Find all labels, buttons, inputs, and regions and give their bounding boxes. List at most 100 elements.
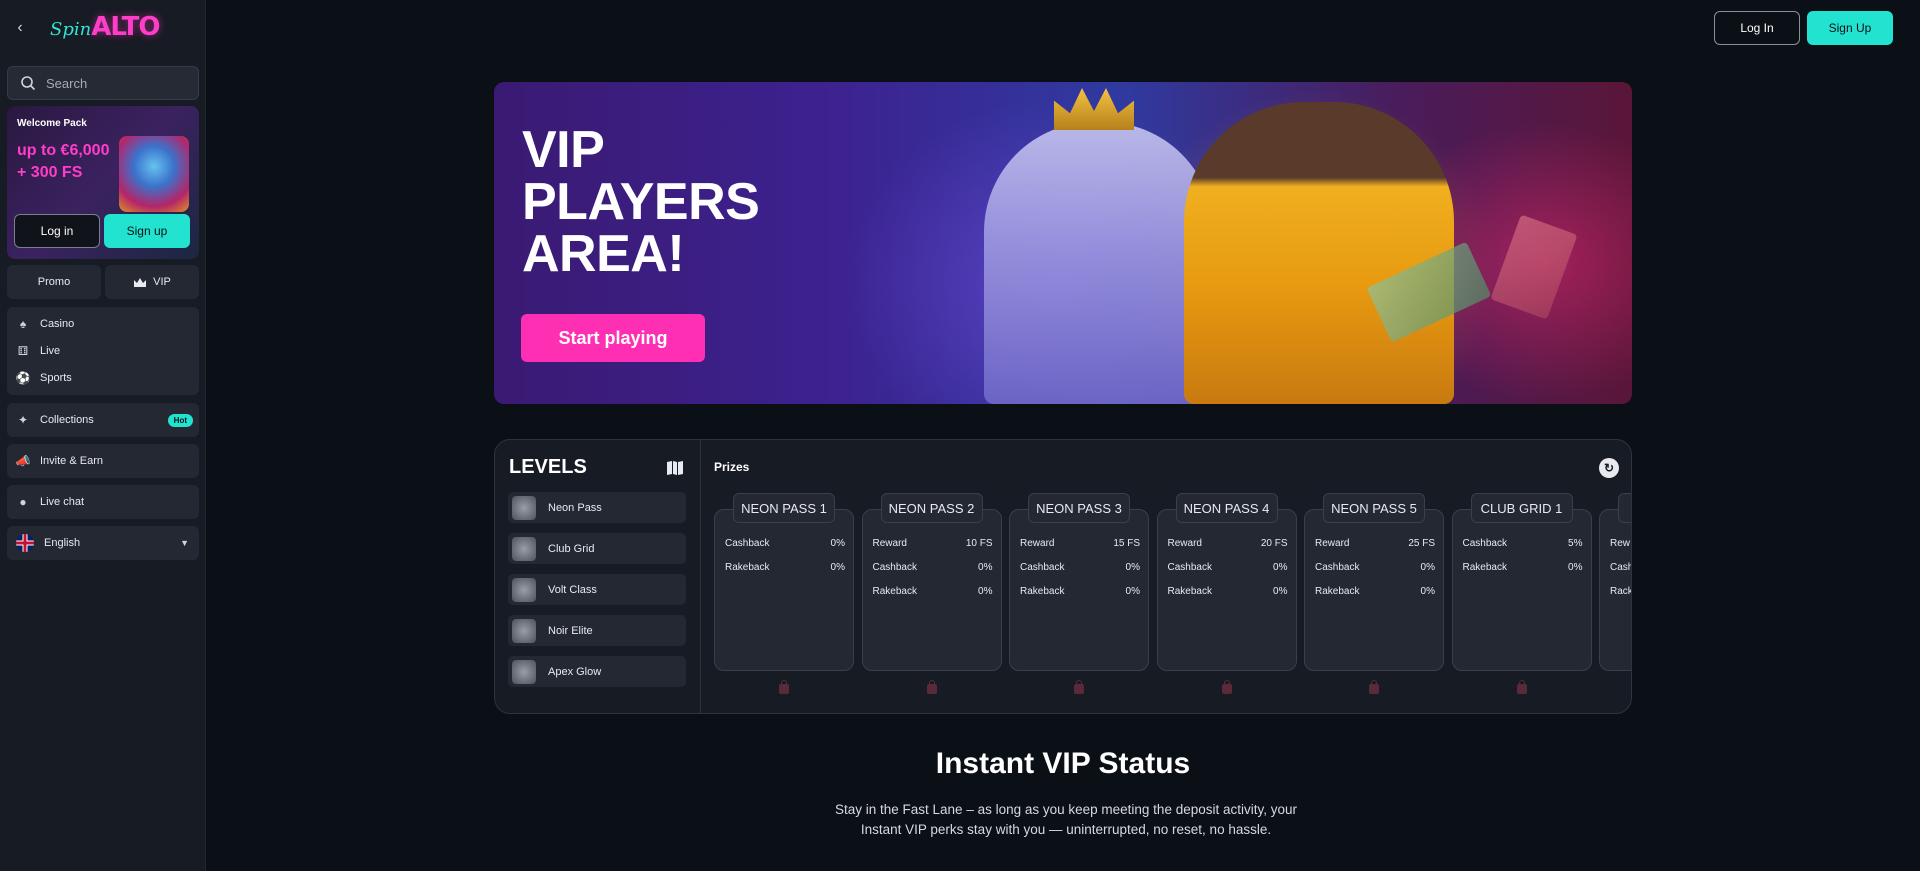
refresh-icon[interactable]: ↻: [1599, 458, 1619, 478]
prize-card: Reward 25 FS Cashback 0% Rakeback 0%: [1304, 509, 1444, 671]
sidebar-item-sports[interactable]: ⚽ Sports: [7, 364, 199, 391]
start-playing-button[interactable]: Start playing: [521, 314, 705, 362]
prize-row-value: 0%: [1420, 586, 1435, 597]
level-item[interactable]: Neon Pass: [508, 492, 686, 523]
prize-row-label: Rew: [1610, 538, 1631, 549]
prizes-title: Prizes: [714, 460, 750, 474]
lock-icon: [1221, 680, 1232, 694]
search-input[interactable]: [46, 75, 186, 91]
level-label: Volt Class: [548, 583, 597, 596]
welcome-signup-button[interactable]: Sign up: [104, 214, 190, 248]
welcome-amount-line2: + 300 FS: [17, 164, 83, 181]
nav-group-chat: ● Live chat: [7, 485, 199, 519]
crown-icon: [134, 277, 147, 287]
sidebar-item-casino[interactable]: ♠ Casino: [7, 310, 199, 337]
level-thumb: [512, 495, 536, 520]
search-box[interactable]: [7, 66, 199, 100]
level-thumb: [512, 618, 536, 643]
map-icon[interactable]: [666, 460, 684, 479]
prize-row: Cashback 5%: [1463, 538, 1583, 549]
prize-row: Cashback 0%: [1020, 562, 1140, 573]
level-label: Apex Glow: [548, 665, 602, 678]
logo-spin: Spin: [50, 19, 92, 40]
header-login-button[interactable]: Log In: [1714, 11, 1800, 45]
prize-row-label: Reward: [1020, 538, 1055, 549]
prize-card-title: NEON PASS 3: [1028, 493, 1130, 523]
prize-row-label: Cashback: [1462, 538, 1507, 549]
sidebar-item-live-chat[interactable]: ● Live chat: [7, 489, 84, 516]
prize-row: Rakeback 0%: [1315, 586, 1435, 597]
sidebar-item-language[interactable]: English ▼: [7, 530, 199, 557]
hero-title-line: AREA!: [522, 225, 685, 283]
instant-vip-text-line: Instant VIP perks stay with you — uninte…: [860, 822, 1272, 837]
prize-row-label: Reward: [1167, 538, 1202, 549]
language-selector[interactable]: English ▼: [7, 526, 199, 560]
prize-card: Cashback 0% Rakeback 0%: [714, 509, 854, 671]
prize-row-value: 0%: [1125, 586, 1140, 597]
prize-card-title: NEON PASS 4: [1175, 493, 1278, 523]
levels-title: LEVELS: [509, 456, 587, 478]
prize-row: Rakeback 0%: [1020, 586, 1140, 597]
level-item[interactable]: Apex Glow: [508, 656, 686, 687]
level-label: Noir Elite: [548, 624, 593, 637]
level-thumb: [512, 577, 536, 602]
prize-row: Rakeback 0%: [1168, 586, 1288, 597]
lock-icon: [1516, 680, 1527, 694]
prize-row-value: 0%: [830, 538, 845, 549]
prize-row: Cashback 0%: [1315, 562, 1435, 573]
level-item[interactable]: Club Grid: [508, 533, 686, 564]
sidebar-item-live[interactable]: ⚅ Live: [7, 337, 199, 364]
uk-flag-icon: [16, 534, 34, 552]
prize-row-label: Rack: [1610, 586, 1632, 597]
welcome-pack-banner[interactable]: Welcome Pack up to €6,000 + 300 FS Log i…: [7, 106, 199, 259]
prize-row-value: 0%: [978, 586, 993, 597]
lock-icon: [1074, 680, 1084, 694]
prize-row: Rakeback 0%: [725, 562, 845, 573]
prize-row-label: Cashback: [1167, 562, 1212, 573]
sidebar-item-collections[interactable]: ✦ Collections Hot: [7, 407, 199, 434]
prize-row: Rakeback 0%: [1463, 562, 1583, 573]
hero-title: VIP PLAYERS AREA!: [522, 124, 782, 280]
prize-row-value: 25 FS: [1408, 538, 1435, 549]
sidebar: ‹ Spin ALTO Welcome Pack up to €6,000 + …: [0, 0, 206, 871]
prize-row-value: 15 FS: [1113, 538, 1140, 549]
puzzle-icon: ✦: [17, 413, 29, 427]
tab-promo[interactable]: Promo: [7, 265, 101, 299]
chevron-left-icon: ‹: [17, 19, 23, 36]
nav-group-invite: 📣 Invite & Earn: [7, 444, 199, 478]
sidebar-item-label: Live: [40, 344, 61, 357]
man-image: [1184, 102, 1454, 404]
tab-vip[interactable]: VIP: [105, 265, 199, 299]
crown-image: [1054, 88, 1134, 130]
prize-row-label: Cashback: [1020, 562, 1065, 573]
prize-row: Rew: [1610, 538, 1631, 549]
level-thumb: [512, 659, 536, 684]
prize-row: Cashback 0%: [873, 562, 993, 573]
hero-title-line: VIP: [522, 121, 605, 179]
header-signup-button[interactable]: Sign Up: [1807, 11, 1893, 45]
prize-card-title: NEON PASS 1: [733, 493, 835, 523]
welcome-login-button[interactable]: Log in: [14, 214, 100, 248]
lock-icon: [926, 680, 937, 694]
prize-card: Reward 20 FS Cashback 0% Rakeback 0%: [1156, 509, 1297, 671]
prize-card-title: [1618, 493, 1631, 523]
instant-vip-text-line: Stay in the Fast Lane – as long as you k…: [834, 802, 1298, 817]
sidebar-item-label: Casino: [40, 317, 75, 330]
collapse-sidebar-button[interactable]: ‹: [6, 14, 34, 42]
level-item[interactable]: Volt Class: [508, 574, 686, 605]
caret-down-icon: ▼: [180, 538, 189, 548]
sidebar-item-invite[interactable]: 📣 Invite & Earn: [7, 448, 103, 475]
dice-icon: ⚅: [17, 343, 29, 358]
hot-badge: Hot: [167, 413, 193, 427]
lock-icon: [1369, 680, 1379, 694]
level-item[interactable]: Noir Elite: [508, 615, 686, 646]
megaphone-icon: 📣: [15, 454, 31, 468]
sidebar-tabs: Promo VIP: [7, 265, 199, 299]
prize-row: Reward 25 FS: [1315, 538, 1435, 549]
sidebar-item-label: Collections: [40, 414, 94, 426]
prize-card: Reward 10 FS Cashback 0% Rakeback 0%: [861, 509, 1002, 671]
prize-row-value: 0%: [1420, 562, 1435, 573]
logo[interactable]: Spin ALTO: [50, 12, 160, 44]
statue-image: [984, 122, 1214, 404]
prize-row-value: 10 FS: [965, 538, 993, 549]
